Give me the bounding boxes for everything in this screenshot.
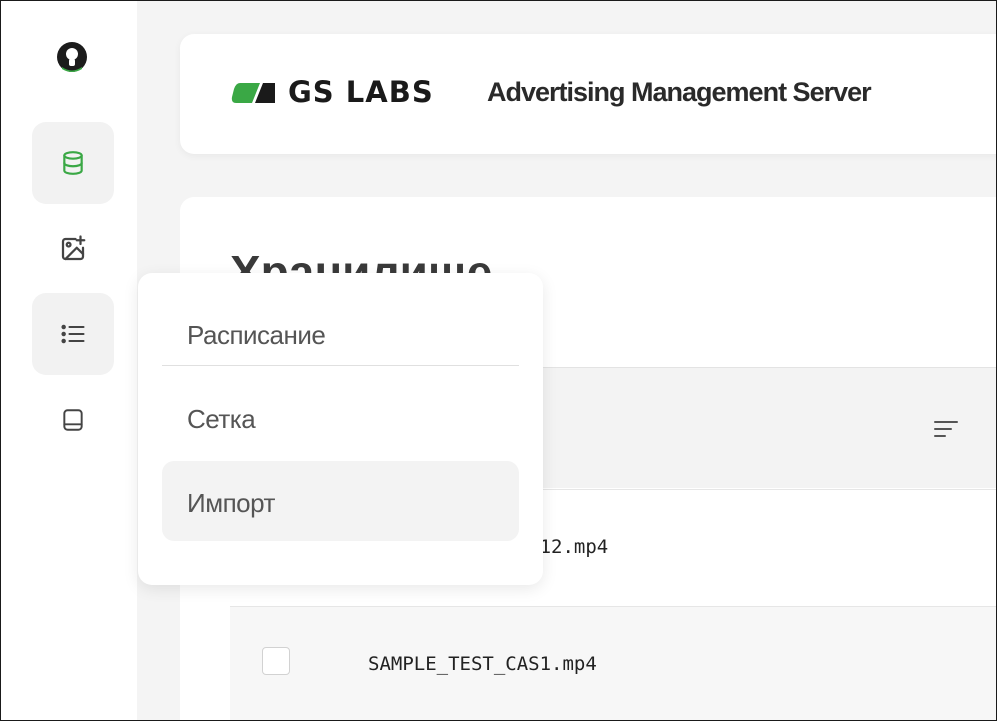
sidebar-item-schedule[interactable] — [32, 293, 114, 375]
file-name: SAMPLE_TEST_CAS1.mp4 — [368, 653, 597, 675]
menu-item-label: Расписание — [187, 320, 326, 350]
table-row[interactable]: SAMPLE_TEST_CAS1.mp4 — [230, 606, 996, 720]
menu-item-import[interactable]: Импорт — [162, 461, 519, 541]
sort-icon[interactable] — [932, 418, 960, 440]
row-checkbox[interactable] — [262, 647, 290, 675]
menu-item-label: Импорт — [187, 488, 275, 518]
app-window: GS LABS Advertising Management Server Хр… — [0, 0, 997, 721]
database-icon — [63, 151, 83, 175]
sidebar — [1, 1, 137, 720]
sidebar-item-storage[interactable] — [32, 122, 114, 204]
image-add-icon — [61, 235, 86, 261]
menu-item-label: Сетка — [187, 404, 256, 434]
logo-text: GS LABS — [288, 75, 434, 109]
sidebar-item-media[interactable] — [32, 208, 114, 290]
brand-logo: GS LABS — [230, 78, 434, 107]
header: GS LABS Advertising Management Server — [180, 34, 996, 154]
schedule-submenu: Расписание Сетка Импорт — [138, 273, 543, 585]
list-icon — [61, 324, 85, 344]
sidebar-item-docs[interactable] — [32, 379, 114, 461]
app-title: Advertising Management Server — [487, 77, 872, 107]
gs-labs-logo-icon — [231, 82, 275, 103]
menu-divider — [162, 365, 519, 366]
book-icon — [63, 409, 83, 431]
user-avatar-icon[interactable] — [56, 41, 88, 73]
menu-item-grid[interactable]: Сетка — [162, 377, 519, 457]
menu-item-schedule[interactable]: Расписание — [162, 293, 519, 373]
